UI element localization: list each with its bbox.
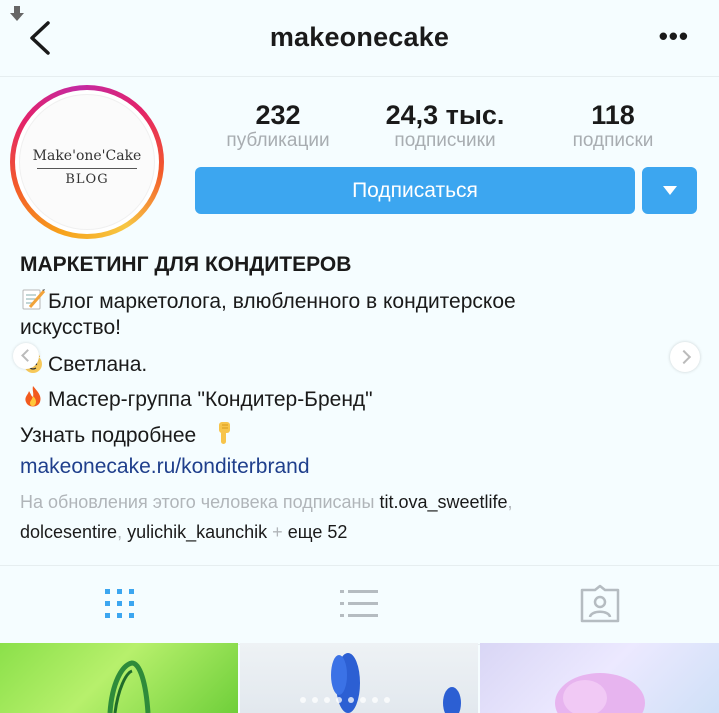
stat-posts-label: публикации — [226, 130, 330, 151]
bio-line-1-continued: искусство! — [20, 316, 121, 339]
chevron-right-icon — [676, 349, 692, 365]
stat-followers-value: 24,3 тыс. — [385, 100, 505, 130]
memo-emoji-icon — [22, 289, 46, 310]
follow-button[interactable]: Подписаться — [195, 167, 635, 214]
bio-line-4: Узнать подробнее — [20, 420, 700, 449]
grid-photo-2[interactable] — [240, 643, 478, 713]
previous-arrow-button[interactable] — [13, 343, 39, 369]
carousel-page-indicator — [300, 690, 420, 703]
profile-tab-bar — [0, 565, 719, 645]
bio-external-link[interactable]: makeonecake.ru/konditerbrand — [20, 454, 700, 480]
stat-following[interactable]: 118 подписки — [533, 100, 693, 152]
stat-followers-label: подписчики — [394, 130, 496, 151]
avatar-logo-subtext: BLOG — [65, 172, 109, 187]
pointing-down-emoji-icon — [219, 422, 231, 444]
followed-by-plus: + — [272, 522, 283, 542]
page-dot — [348, 697, 354, 703]
stat-following-label: подписки — [572, 130, 654, 151]
page-dot — [300, 697, 306, 703]
download-arrow-icon — [10, 6, 24, 21]
stat-posts[interactable]: 232 публикации — [198, 100, 358, 152]
chevron-left-icon — [21, 349, 34, 362]
bio-line-2: Светлана. — [20, 349, 700, 378]
suggestions-dropdown-button[interactable] — [642, 167, 697, 214]
triangle-down-icon — [663, 186, 677, 195]
profile-full-name: МАРКЕТИНГ ДЛЯ КОНДИТЕРОВ — [20, 253, 352, 276]
bio-line-4-text: Узнать подробнее — [20, 424, 197, 447]
avatar-border: Make'one'Cake BLOG — [15, 90, 159, 234]
followed-by-prefix: На обновления этого человека подписаны — [20, 492, 375, 512]
page-dot — [324, 697, 330, 703]
page-dot — [312, 697, 318, 703]
page-dot — [372, 697, 378, 703]
bio-line-3-text: Мастер-группа "Кондитер-Бренд" — [48, 388, 373, 411]
avatar: Make'one'Cake BLOG — [19, 94, 155, 230]
stat-followers[interactable]: 24,3 тыс. подписчики — [365, 100, 525, 152]
blue-flowers-photo-detail — [331, 653, 461, 713]
avatar-logo-divider — [37, 168, 137, 169]
followed-by-user-1[interactable]: tit.ova_sweetlife — [379, 492, 507, 512]
page-dot — [360, 697, 366, 703]
followed-by-user-2[interactable]: dolcesentire — [20, 522, 117, 542]
bio-line-1: Блог маркетолога, влюбленного в кондитер… — [20, 286, 700, 315]
grid-icon[interactable] — [98, 584, 142, 624]
pink-flower-photo-detail — [555, 673, 645, 713]
stat-posts-value: 232 — [255, 100, 301, 130]
more-options-icon[interactable]: ••• — [659, 23, 689, 49]
bio-line-3: Мастер-группа "Кондитер-Бренд" — [20, 384, 700, 413]
page-dot — [336, 697, 342, 703]
tagged-photos-icon[interactable] — [578, 584, 622, 624]
followed-by-user-3[interactable]: yulichik_kaunchik — [127, 522, 267, 542]
grid-photo-1[interactable] — [0, 643, 238, 713]
story-ring[interactable]: Make'one'Cake BLOG — [10, 85, 164, 239]
bio-line-1-text: Блог маркетолога, влюбленного в кондитер… — [48, 290, 516, 313]
followed-by-text[interactable]: На обновления этого человека подписаны t… — [20, 487, 700, 547]
stat-following-value: 118 — [591, 100, 635, 130]
page-dot — [384, 697, 390, 703]
grid-photo-3[interactable] — [480, 643, 719, 713]
list-icon[interactable] — [338, 584, 382, 624]
next-arrow-button[interactable] — [670, 342, 700, 372]
top-nav-bar: makeonecake ••• — [0, 0, 719, 77]
green-plant-photo-detail — [107, 660, 151, 713]
bio-line-2-text: Светлана. — [48, 353, 148, 376]
profile-username-title: makeonecake — [269, 22, 450, 52]
avatar-logo-text: Make'one'Cake — [32, 148, 142, 164]
followed-by-more[interactable]: еще 52 — [288, 522, 348, 542]
fire-emoji-icon — [25, 386, 41, 407]
